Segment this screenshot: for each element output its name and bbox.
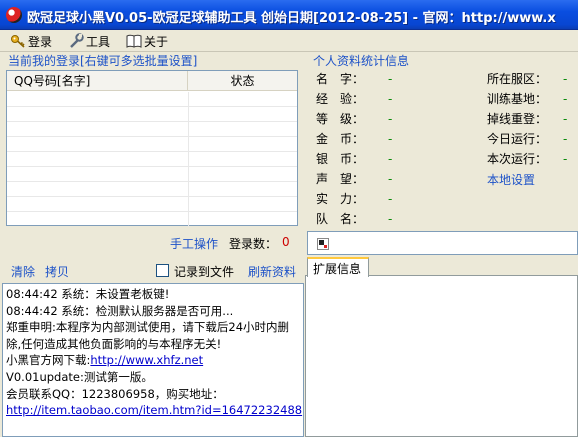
table-row[interactable] xyxy=(7,152,297,167)
menu-bar: 登录 工具 关于 xyxy=(0,30,578,52)
book-icon xyxy=(126,34,142,48)
app-icon xyxy=(6,7,22,23)
profile-value: - xyxy=(388,212,393,226)
profile-label: 金 币： xyxy=(316,132,365,146)
purchase-link[interactable]: http://item.taobao.com/item.htm?id=16472… xyxy=(3,402,303,419)
table-row[interactable] xyxy=(7,137,297,152)
log-line-prefix: 小黑官方网下载: xyxy=(6,353,91,368)
table-row[interactable] xyxy=(7,107,297,122)
profile-value: - xyxy=(563,152,568,166)
profile-label: 本次运行： xyxy=(487,152,548,166)
ext-tab-panel xyxy=(305,275,578,437)
profile-value: - xyxy=(388,112,393,126)
login-count-label: 登录数： xyxy=(229,237,278,251)
clear-link[interactable]: 清除 xyxy=(11,263,35,280)
record-to-file-label[interactable]: 记录到文件 xyxy=(174,263,234,280)
profile-value: - xyxy=(388,192,393,206)
table-row[interactable] xyxy=(7,167,297,182)
tab-ext-info-label: 扩展信息 xyxy=(313,262,362,276)
profile-label: 实 力： xyxy=(316,192,365,206)
profile-label: 所在服区： xyxy=(487,72,548,86)
key-icon xyxy=(11,35,25,48)
log-line: V0.01update:测试第一版。 xyxy=(6,369,153,384)
profile-label: 名 字： xyxy=(316,72,365,86)
profile-label: 今日运行： xyxy=(487,132,548,146)
log-line: 08:44:42 系统：未设置老板键! xyxy=(6,287,170,301)
copy-link[interactable]: 拷贝 xyxy=(45,263,69,280)
menu-about-label: 关于 xyxy=(144,34,169,49)
menu-login[interactable]: 登录 xyxy=(10,32,52,50)
record-checkbox[interactable] xyxy=(156,264,169,277)
log-line: 除,任何造成其他负面影响的与本程序无关! xyxy=(6,336,222,351)
menu-tools[interactable]: 工具 xyxy=(68,32,110,50)
profile-label: 队 名： xyxy=(316,212,365,226)
manual-op-link[interactable]: 手工操作 xyxy=(170,235,218,252)
wrench-icon xyxy=(70,33,84,48)
col-qq-header[interactable]: QQ号码[名字] xyxy=(7,71,188,91)
profile-label: 训练基地： xyxy=(487,92,548,106)
local-settings-link[interactable]: 本地设置 xyxy=(487,172,535,188)
profile-label: 经 验： xyxy=(316,92,365,106)
table-row[interactable] xyxy=(7,182,297,197)
login-list-header: QQ号码[名字] 状态 xyxy=(7,71,297,91)
log-line: 会员联系QQ：1223806958，购买地址： xyxy=(6,386,224,401)
log-line: 08:44:42 系统：检测默认服务器是否可用... xyxy=(6,303,234,318)
table-row[interactable] xyxy=(7,212,297,227)
menu-login-label: 登录 xyxy=(28,34,53,49)
profile-label: 等 级： xyxy=(316,112,365,126)
profile-value: - xyxy=(563,92,568,106)
title-bar[interactable]: 欧冠足球小黑V0.05-欧冠足球辅助工具 创始日期[2012-08-25] - … xyxy=(0,0,578,30)
log-output[interactable]: 08:44:42 系统：未设置老板键! 08:44:42 系统：检测默认服务器是… xyxy=(2,283,304,437)
login-section-title: 当前我的登录[右键可多选批量设置] xyxy=(8,54,198,68)
menu-about[interactable]: 关于 xyxy=(126,32,168,50)
official-site-link[interactable]: http://www.xhfz.net xyxy=(90,353,203,367)
table-row[interactable] xyxy=(7,92,297,107)
col-status-header[interactable]: 状态 xyxy=(188,71,297,91)
profile-label: 掉线重登： xyxy=(487,112,548,126)
profile-value: - xyxy=(563,72,568,86)
log-line: 小黑官方网下载:http://www.xhfz.net xyxy=(3,352,303,369)
table-row[interactable] xyxy=(7,122,297,137)
window-title: 欧冠足球小黑V0.05-欧冠足球辅助工具 创始日期[2012-08-25] - … xyxy=(27,11,556,26)
status-strip xyxy=(307,231,578,255)
refresh-link[interactable]: 刷新资料 xyxy=(248,263,296,280)
tab-ext-info[interactable]: 扩展信息 xyxy=(307,257,369,277)
table-row[interactable] xyxy=(7,197,297,212)
profile-section-title: 个人资料统计信息 xyxy=(313,54,410,68)
profile-label: 银 币： xyxy=(316,152,365,166)
log-line: 郑重申明:本程序为内部测试使用，请下载后24小时内删 xyxy=(6,320,290,335)
profile-value: - xyxy=(388,72,393,86)
login-count-value: 0 xyxy=(282,235,290,249)
status-icon xyxy=(317,238,329,250)
menu-tools-label: 工具 xyxy=(86,34,111,49)
profile-value: - xyxy=(563,112,568,126)
profile-value: - xyxy=(563,132,568,146)
login-list[interactable]: QQ号码[名字] 状态 xyxy=(6,70,298,227)
profile-value: - xyxy=(388,152,393,166)
profile-value: - xyxy=(388,172,393,186)
profile-value: - xyxy=(388,132,393,146)
profile-label: 声 望： xyxy=(316,172,365,186)
profile-value: - xyxy=(388,92,393,106)
